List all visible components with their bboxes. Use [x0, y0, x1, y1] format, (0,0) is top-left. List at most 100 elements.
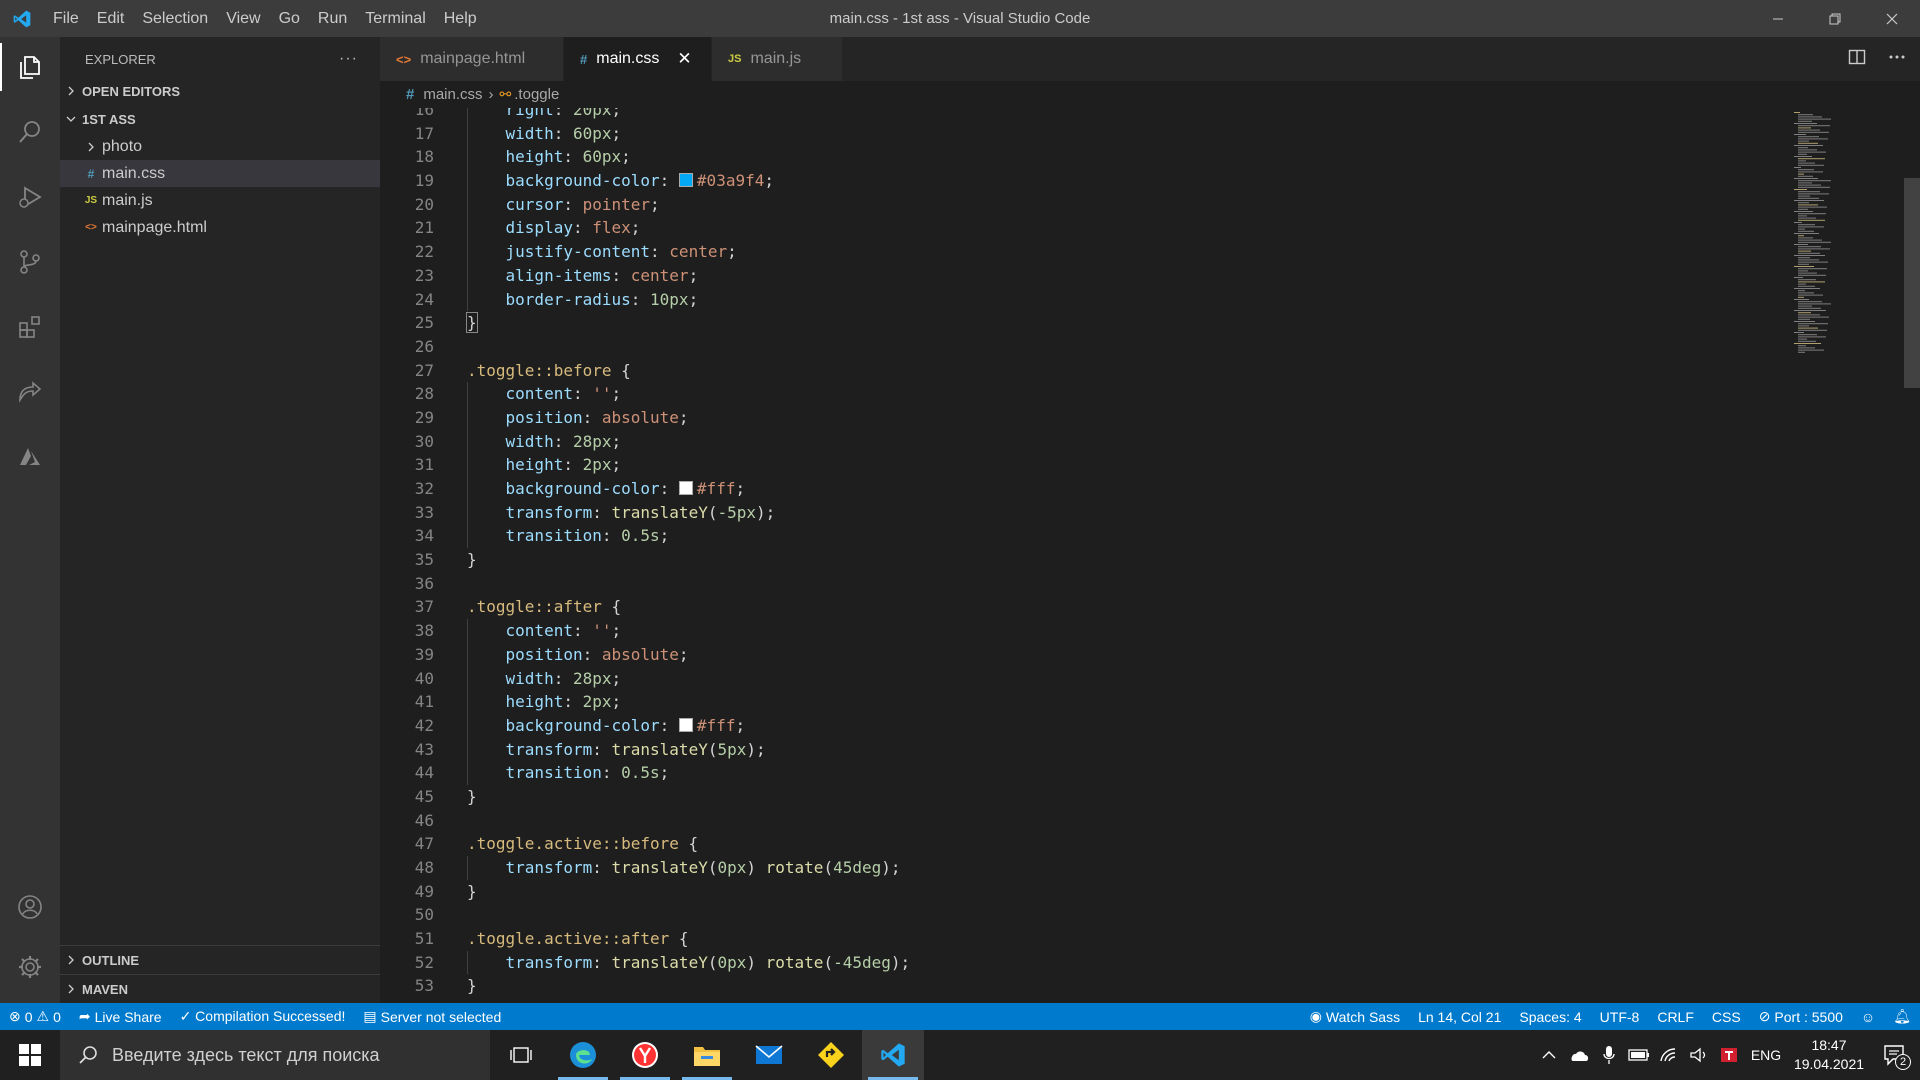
server-status[interactable]: ▤ Server not selected	[354, 1003, 510, 1030]
manage-button[interactable]	[0, 937, 60, 997]
code-line[interactable]: 48 transform: translateY(0px) rotate(45d…	[380, 856, 1784, 880]
problems-status[interactable]: ⊗ 0 ⚠ 0	[0, 1003, 70, 1030]
code-line[interactable]: 36	[380, 572, 1784, 596]
azure-button[interactable]	[0, 427, 60, 487]
menu-terminal[interactable]: Terminal	[356, 0, 434, 37]
code-line[interactable]: 32 background-color: #fff;	[380, 477, 1784, 501]
code-line[interactable]: 17 width: 60px;	[380, 121, 1784, 146]
code-line[interactable]: 26	[380, 335, 1784, 359]
code-line[interactable]: 21 display: flex;	[380, 216, 1784, 241]
tree-item-mainpage-html[interactable]: <> mainpage.html	[60, 214, 380, 241]
code-line[interactable]: 23 align-items: center;	[380, 263, 1784, 288]
breadcrumb-symbol[interactable]: .toggle	[514, 86, 559, 103]
color-swatch[interactable]	[678, 173, 693, 188]
end-of-line[interactable]: CRLF	[1648, 1003, 1703, 1030]
code-line[interactable]: 22 justify-content: center;	[380, 240, 1784, 264]
language-mode[interactable]: CSS	[1703, 1003, 1750, 1030]
taskbar-vscode[interactable]	[862, 1030, 924, 1080]
code-line[interactable]: 33 transform: translateY(-5px);	[380, 500, 1784, 525]
code-line[interactable]: 24 border-radius: 10px;	[380, 287, 1784, 312]
code-line[interactable]: 51 .toggle.active::after {	[380, 927, 1784, 951]
source-control-button[interactable]	[0, 232, 60, 292]
maven-section[interactable]: MAVEN	[60, 974, 380, 1003]
minimize-button[interactable]	[1749, 0, 1806, 37]
menu-run[interactable]: Run	[309, 0, 356, 37]
menu-selection[interactable]: Selection	[133, 0, 217, 37]
task-view-button[interactable]	[490, 1030, 552, 1080]
code-line[interactable]: 47 .toggle.active::before {	[380, 832, 1784, 856]
restore-button[interactable]	[1806, 0, 1863, 37]
menu-edit[interactable]: Edit	[88, 0, 134, 37]
folder-section[interactable]: 1ST ASS	[60, 105, 380, 133]
color-swatch[interactable]	[678, 717, 693, 732]
extensions-button[interactable]	[0, 297, 60, 357]
more-actions-button[interactable]: ···	[339, 50, 358, 68]
tree-item-main-css[interactable]: # main.css	[60, 160, 380, 187]
close-window-button[interactable]	[1863, 0, 1920, 37]
app-tray-button[interactable]	[1714, 1030, 1744, 1080]
search-button[interactable]	[0, 102, 60, 162]
onedrive-button[interactable]	[1564, 1030, 1594, 1080]
code-line[interactable]: 43 transform: translateY(5px);	[380, 737, 1784, 762]
more-editor-actions-button[interactable]	[1888, 48, 1906, 71]
code-line[interactable]: 40 width: 28px;	[380, 666, 1784, 691]
code-line[interactable]: 44 transition: 0.5s;	[380, 761, 1784, 785]
split-editor-button[interactable]	[1848, 48, 1866, 71]
code-line[interactable]: 25}	[380, 311, 1784, 335]
tree-item-main-js[interactable]: JS main.js	[60, 187, 380, 214]
code-line[interactable]: 52 transform: translateY(0px) rotate(-45…	[380, 950, 1784, 975]
menu-file[interactable]: File	[44, 0, 88, 37]
feedback-button[interactable]: ☺	[1852, 1003, 1884, 1030]
tab-main-js[interactable]: JS main.js	[712, 37, 843, 81]
notifications-button[interactable]: 🔔︎	[1884, 1003, 1920, 1030]
action-center-button[interactable]: 2	[1870, 1030, 1920, 1080]
taskbar-edge[interactable]	[552, 1030, 614, 1080]
code-line[interactable]: 16 right: 20px;	[380, 108, 1784, 122]
microphone-button[interactable]	[1594, 1030, 1624, 1080]
volume-button[interactable]	[1684, 1030, 1714, 1080]
code-line[interactable]: 39 position: absolute;	[380, 642, 1784, 667]
battery-button[interactable]	[1624, 1030, 1654, 1080]
show-hidden-icons-button[interactable]	[1534, 1030, 1564, 1080]
code-editor[interactable]: 16 right: 20px; 17 width: 60px; 18 height:…	[380, 108, 1784, 1003]
run-debug-button[interactable]	[0, 167, 60, 227]
tree-item-photo[interactable]: photo	[60, 133, 380, 160]
network-button[interactable]	[1654, 1030, 1684, 1080]
minimap[interactable]	[1784, 108, 1904, 1003]
tab-main-css[interactable]: # main.css ✕	[564, 37, 712, 81]
input-language-button[interactable]: ENG	[1744, 1030, 1788, 1080]
clock[interactable]: 18:47 19.04.2021	[1788, 1036, 1870, 1074]
live-share-status[interactable]: ➦ Live Share	[70, 1003, 171, 1030]
scrollbar-thumb[interactable]	[1904, 178, 1920, 388]
taskbar-file-explorer[interactable]	[676, 1030, 738, 1080]
accounts-button[interactable]	[0, 877, 60, 937]
encoding[interactable]: UTF-8	[1591, 1003, 1649, 1030]
explorer-button[interactable]	[0, 37, 60, 97]
editor-scrollbar[interactable]	[1904, 108, 1920, 1003]
watch-sass-button[interactable]: ◉ Watch Sass	[1301, 1003, 1409, 1030]
code-line[interactable]: 18 height: 60px;	[380, 145, 1784, 170]
code-line[interactable]: 49}	[380, 880, 1784, 904]
code-line[interactable]: 35}	[380, 548, 1784, 572]
code-line[interactable]: 31 height: 2px;	[380, 453, 1784, 477]
code-line[interactable]: 46	[380, 809, 1784, 833]
code-line[interactable]: 53}	[380, 974, 1784, 998]
live-server-port[interactable]: ⊘ Port : 5500	[1750, 1003, 1852, 1030]
code-line[interactable]: 41 height: 2px;	[380, 690, 1784, 714]
tab-mainpage-html[interactable]: <> mainpage.html	[380, 37, 564, 81]
taskbar-maps-app[interactable]	[800, 1030, 862, 1080]
code-line[interactable]: 19 background-color: #03a9f4;	[380, 169, 1784, 193]
indentation[interactable]: Spaces: 4	[1510, 1003, 1590, 1030]
outline-section[interactable]: OUTLINE	[60, 945, 380, 974]
code-line[interactable]: 28 content: '';	[380, 382, 1784, 406]
breadcrumb-file[interactable]: main.css	[423, 86, 482, 103]
code-line[interactable]: 29 position: absolute;	[380, 405, 1784, 430]
menu-go[interactable]: Go	[270, 0, 309, 37]
cursor-position[interactable]: Ln 14, Col 21	[1409, 1003, 1510, 1030]
live-share-button[interactable]	[0, 362, 60, 422]
taskbar-mail[interactable]	[738, 1030, 800, 1080]
menu-help[interactable]: Help	[435, 0, 486, 37]
code-line[interactable]: 20 cursor: pointer;	[380, 192, 1784, 217]
code-line[interactable]: 42 background-color: #fff;	[380, 713, 1784, 738]
code-line[interactable]: 37 .toggle::after {	[380, 595, 1784, 619]
